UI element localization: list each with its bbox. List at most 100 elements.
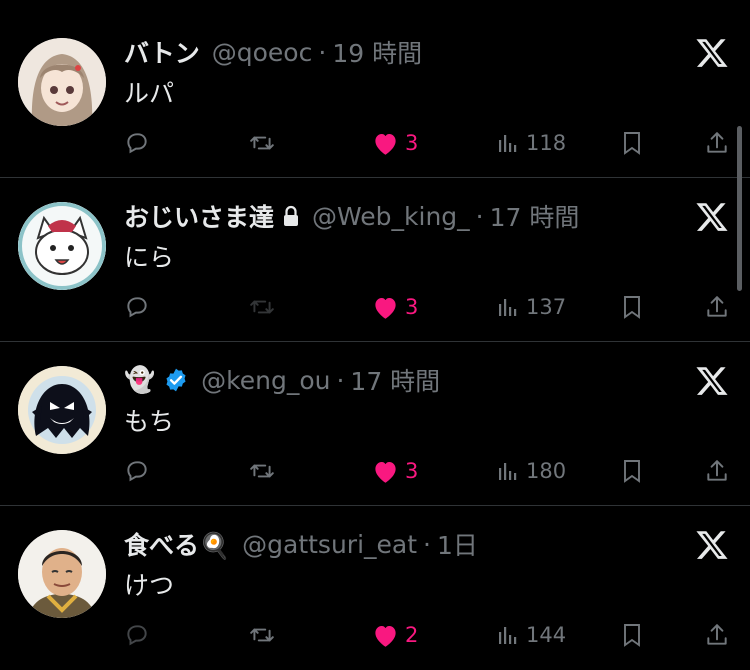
user-handle[interactable]: @qoeoc — [212, 38, 313, 67]
reply-button[interactable] — [124, 128, 150, 158]
tweet[interactable]: バトン @qoeoc · 19 時間 ルパ 3 118 — [0, 14, 750, 178]
separator-dot: · — [318, 37, 327, 67]
bar-chart-icon — [499, 135, 517, 152]
timestamp[interactable]: 1日 — [437, 526, 478, 562]
tweet[interactable]: おじいさま達 @Web_king_ · 17 時間 にら 3 137 — [0, 178, 750, 342]
bookmark-button[interactable] — [620, 292, 644, 322]
action-bar: 3 180 — [0, 456, 750, 490]
like-button[interactable]: 3 — [372, 456, 418, 486]
user-handle[interactable]: @gattsuri_eat — [242, 530, 417, 559]
speech-bubble-icon — [127, 297, 147, 318]
heart-filled-icon — [375, 625, 396, 647]
heart-filled-icon — [375, 297, 396, 319]
bar-chart-icon — [499, 463, 517, 480]
retweet-icon — [250, 464, 274, 478]
separator-dot: · — [423, 529, 431, 559]
view-count: 137 — [526, 295, 567, 319]
x-logo-icon[interactable] — [695, 200, 729, 234]
heart-filled-icon — [375, 461, 396, 483]
avatar[interactable] — [18, 202, 106, 290]
like-button[interactable]: 3 — [372, 292, 418, 322]
like-count: 2 — [405, 623, 419, 647]
action-bar: 3 118 — [0, 128, 750, 162]
display-name[interactable]: 食べる🍳 — [124, 526, 230, 562]
bookmark-icon — [624, 296, 640, 319]
timestamp[interactable]: 19 時間 — [332, 34, 422, 70]
reply-button[interactable] — [124, 620, 150, 650]
retweet-icon — [250, 628, 274, 642]
bookmark-icon — [624, 624, 640, 647]
like-count: 3 — [405, 131, 419, 155]
scrollbar[interactable] — [737, 126, 742, 291]
retweet-button[interactable] — [248, 128, 276, 158]
retweet-icon — [250, 136, 274, 150]
share-button[interactable] — [704, 292, 730, 322]
lock-icon — [282, 205, 300, 227]
bookmark-button[interactable] — [620, 456, 644, 486]
user-handle[interactable]: @keng_ou — [201, 366, 330, 395]
bookmark-button[interactable] — [620, 128, 644, 158]
views-button[interactable]: 144 — [496, 620, 566, 650]
share-upload-icon — [707, 132, 727, 153]
x-logo-icon[interactable] — [695, 364, 729, 398]
timestamp[interactable]: 17 時間 — [490, 198, 580, 234]
user-handle[interactable]: @Web_king_ — [312, 202, 470, 231]
views-button[interactable]: 180 — [496, 456, 566, 486]
tweet[interactable]: 食べる🍳 @gattsuri_eat · 1日 けつ 2 144 — [0, 506, 750, 670]
x-logo-icon[interactable] — [695, 528, 729, 562]
reply-button[interactable] — [124, 292, 150, 322]
avatar[interactable] — [18, 38, 106, 126]
timeline-feed: バトン @qoeoc · 19 時間 ルパ 3 118 おじいさま達 @Web_… — [0, 0, 750, 667]
reply-button[interactable] — [124, 456, 150, 486]
like-count: 3 — [405, 295, 419, 319]
like-button[interactable]: 3 — [372, 128, 418, 158]
bookmark-button[interactable] — [620, 620, 644, 650]
verified-badge-icon — [163, 367, 189, 393]
share-button[interactable] — [704, 128, 730, 158]
tweet-text: もち — [124, 407, 175, 436]
retweet-button[interactable] — [248, 456, 276, 486]
like-button[interactable]: 2 — [372, 620, 418, 650]
share-upload-icon — [707, 624, 727, 645]
bookmark-icon — [624, 132, 640, 155]
like-count: 3 — [405, 459, 419, 483]
view-count: 118 — [526, 131, 567, 155]
bar-chart-icon — [499, 299, 517, 316]
views-button[interactable]: 118 — [496, 128, 566, 158]
share-upload-icon — [707, 460, 727, 481]
tweet-header: バトン @qoeoc · 19 時間 — [124, 32, 422, 72]
tweet-text: ルパ — [124, 79, 175, 108]
heart-filled-icon — [375, 133, 396, 155]
separator-dot: · — [336, 365, 345, 395]
tweet-text: にら — [124, 243, 175, 272]
bookmark-icon — [624, 460, 640, 483]
share-button[interactable] — [704, 620, 730, 650]
tweet-header: 食べる🍳 @gattsuri_eat · 1日 — [124, 524, 478, 564]
bar-chart-icon — [499, 627, 517, 644]
share-button[interactable] — [704, 456, 730, 486]
view-count: 144 — [526, 623, 567, 647]
separator-dot: · — [475, 201, 484, 231]
retweet-button[interactable] — [248, 620, 276, 650]
tweet-text: けつ — [124, 571, 175, 600]
tweet[interactable]: 👻 @keng_ou · 17 時間 もち 3 180 — [0, 342, 750, 506]
speech-bubble-icon — [127, 625, 147, 646]
retweet-button[interactable] — [248, 292, 276, 322]
display-name[interactable]: 👻 — [124, 365, 155, 395]
tweet-header: おじいさま達 @Web_king_ · 17 時間 — [124, 196, 579, 236]
tweet-header: 👻 @keng_ou · 17 時間 — [124, 360, 440, 400]
action-bar: 2 144 — [0, 620, 750, 654]
retweet-icon — [250, 300, 274, 314]
views-button[interactable]: 137 — [496, 292, 566, 322]
x-logo-icon[interactable] — [695, 36, 729, 70]
speech-bubble-icon — [127, 461, 147, 482]
view-count: 180 — [526, 459, 567, 483]
avatar[interactable] — [18, 366, 106, 454]
avatar[interactable] — [18, 530, 106, 618]
timestamp[interactable]: 17 時間 — [350, 362, 440, 398]
action-bar: 3 137 — [0, 292, 750, 326]
display-name[interactable]: おじいさま達 — [124, 198, 274, 234]
speech-bubble-icon — [127, 133, 147, 154]
share-upload-icon — [707, 296, 727, 317]
display-name[interactable]: バトン — [124, 34, 200, 70]
